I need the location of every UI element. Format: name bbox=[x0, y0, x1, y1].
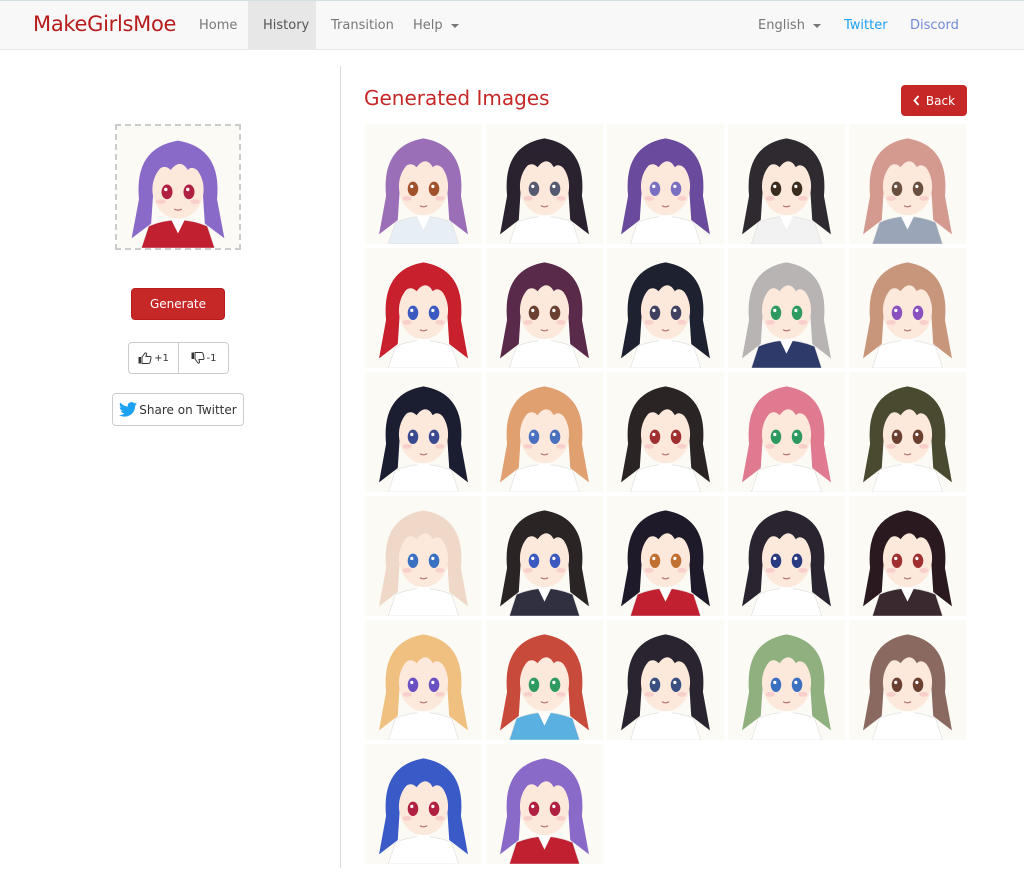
character-portrait bbox=[365, 248, 482, 368]
character-portrait bbox=[849, 124, 966, 244]
generated-image-thumbnail[interactable] bbox=[607, 496, 724, 616]
character-portrait bbox=[728, 248, 845, 368]
nav-discord-link[interactable]: Discord bbox=[895, 1, 974, 50]
character-portrait bbox=[728, 124, 845, 244]
character-portrait bbox=[365, 496, 482, 616]
character-portrait bbox=[117, 126, 239, 248]
generated-image-thumbnail[interactable] bbox=[607, 124, 724, 244]
language-dropdown[interactable]: English bbox=[743, 1, 836, 50]
generated-image-thumbnail[interactable] bbox=[607, 620, 724, 740]
navbar: MakeGirlsMoe Home History Transition Hel… bbox=[0, 0, 1024, 50]
character-portrait bbox=[849, 496, 966, 616]
generated-image-thumbnail[interactable] bbox=[849, 124, 966, 244]
downvote-label: -1 bbox=[206, 352, 217, 364]
nav-help-label: Help bbox=[413, 18, 443, 33]
character-portrait bbox=[365, 372, 482, 492]
character-portrait bbox=[365, 744, 482, 864]
generated-image-thumbnail[interactable] bbox=[728, 496, 845, 616]
character-portrait bbox=[365, 124, 482, 244]
brand-logo[interactable]: MakeGirlsMoe bbox=[33, 12, 176, 36]
language-label: English bbox=[758, 18, 805, 33]
caret-down-icon bbox=[812, 23, 821, 28]
thumbs-down-icon bbox=[191, 352, 205, 364]
page-title: Generated Images bbox=[364, 86, 550, 110]
generated-image-thumbnail[interactable] bbox=[365, 124, 482, 244]
generated-image-thumbnail[interactable] bbox=[486, 496, 603, 616]
generated-image-thumbnail[interactable] bbox=[365, 744, 482, 864]
twitter-bird-icon bbox=[119, 402, 138, 417]
back-button[interactable]: Back bbox=[901, 85, 967, 116]
character-portrait bbox=[849, 248, 966, 368]
upvote-label: +1 bbox=[154, 352, 169, 364]
generated-image-thumbnail[interactable] bbox=[728, 124, 845, 244]
character-portrait bbox=[607, 248, 724, 368]
nav-twitter-link[interactable]: Twitter bbox=[829, 1, 903, 50]
downvote-button[interactable]: -1 bbox=[178, 343, 228, 373]
thumbs-up-icon bbox=[138, 352, 152, 364]
generated-image-thumbnail[interactable] bbox=[728, 372, 845, 492]
generated-image-thumbnail[interactable] bbox=[365, 620, 482, 740]
generated-images-grid bbox=[365, 124, 970, 864]
generated-image-thumbnail[interactable] bbox=[486, 124, 603, 244]
character-portrait bbox=[607, 496, 724, 616]
character-portrait bbox=[849, 372, 966, 492]
nav-home[interactable]: Home bbox=[184, 1, 252, 50]
generated-image-thumbnail[interactable] bbox=[607, 248, 724, 368]
generated-image-thumbnail[interactable] bbox=[728, 248, 845, 368]
share-label: Share on Twitter bbox=[139, 402, 237, 417]
column-divider bbox=[340, 66, 341, 868]
character-portrait bbox=[486, 248, 603, 368]
back-label: Back bbox=[925, 93, 956, 108]
generated-image-thumbnail[interactable] bbox=[486, 248, 603, 368]
upvote-button[interactable]: +1 bbox=[129, 343, 178, 373]
nav-help[interactable]: Help bbox=[398, 1, 474, 50]
generated-image-thumbnail[interactable] bbox=[849, 248, 966, 368]
character-portrait bbox=[607, 124, 724, 244]
caret-down-icon bbox=[450, 23, 459, 28]
character-portrait bbox=[728, 496, 845, 616]
generated-image-thumbnail[interactable] bbox=[486, 372, 603, 492]
nav-transition[interactable]: Transition bbox=[316, 1, 409, 50]
generated-image-thumbnail[interactable] bbox=[486, 744, 603, 864]
generated-image-thumbnail[interactable] bbox=[849, 496, 966, 616]
generated-image-thumbnail[interactable] bbox=[486, 620, 603, 740]
preview-image bbox=[115, 124, 241, 250]
generated-image-thumbnail[interactable] bbox=[365, 248, 482, 368]
nav-history[interactable]: History bbox=[248, 1, 316, 50]
character-portrait bbox=[849, 620, 966, 740]
character-portrait bbox=[365, 620, 482, 740]
generated-image-thumbnail[interactable] bbox=[849, 372, 966, 492]
character-portrait bbox=[607, 372, 724, 492]
generated-image-thumbnail[interactable] bbox=[365, 496, 482, 616]
character-portrait bbox=[486, 620, 603, 740]
generated-image-thumbnail[interactable] bbox=[365, 372, 482, 492]
character-portrait bbox=[607, 620, 724, 740]
character-portrait bbox=[728, 372, 845, 492]
generate-button[interactable]: Generate bbox=[131, 288, 225, 320]
vote-group: +1 -1 bbox=[128, 342, 229, 374]
character-portrait bbox=[486, 372, 603, 492]
character-portrait bbox=[486, 744, 603, 864]
generated-image-thumbnail[interactable] bbox=[607, 372, 724, 492]
generated-image-thumbnail[interactable] bbox=[849, 620, 966, 740]
character-portrait bbox=[486, 124, 603, 244]
character-portrait bbox=[728, 620, 845, 740]
chevron-left-icon bbox=[913, 95, 920, 106]
character-portrait bbox=[486, 496, 603, 616]
generated-image-thumbnail[interactable] bbox=[728, 620, 845, 740]
share-twitter-button[interactable]: Share on Twitter bbox=[112, 393, 244, 426]
